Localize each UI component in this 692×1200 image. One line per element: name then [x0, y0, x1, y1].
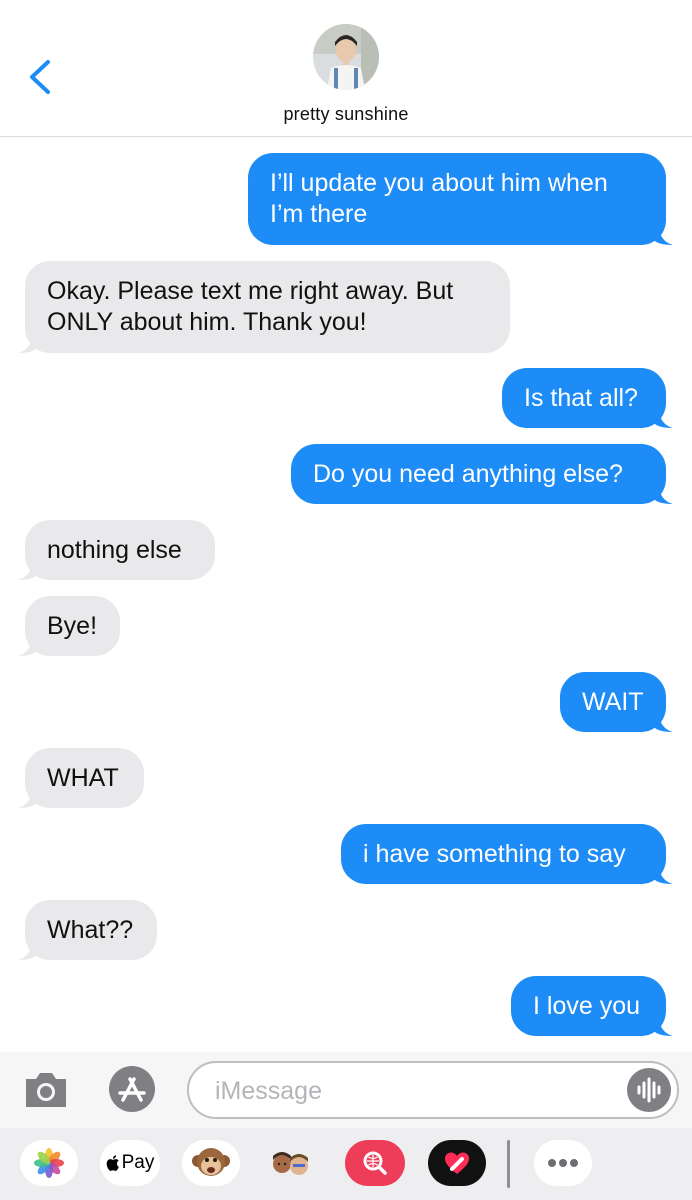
bubble-tail: [18, 636, 38, 656]
contact-avatar[interactable]: [313, 24, 379, 90]
apple-pay-label: Pay: [121, 1152, 155, 1173]
bubble-tail: [653, 864, 673, 884]
message-bubble-received[interactable]: Bye!: [18, 596, 120, 656]
more-icon: [548, 1159, 578, 1167]
app-store-icon: [109, 1066, 155, 1112]
message-text: What??: [47, 915, 134, 944]
message-text: WAIT: [582, 687, 644, 716]
bubble-tail: [18, 333, 38, 353]
bubble-tail: [18, 788, 38, 808]
audio-waveform-icon: [637, 1077, 661, 1103]
memoji-button[interactable]: [262, 1140, 320, 1186]
message-bubble-sent[interactable]: I love you: [511, 976, 673, 1036]
message-text: I’ll update you about him when I’m there: [270, 169, 608, 228]
contact-name[interactable]: pretty sunshine: [0, 104, 692, 125]
bubble-tail: [653, 1016, 673, 1036]
message-thread[interactable]: I’ll update you about him when I’m there…: [0, 137, 692, 1052]
bubble-tail: [653, 408, 673, 428]
avatar-image: [313, 24, 379, 90]
image-search-button[interactable]: [345, 1140, 405, 1186]
app-store-button[interactable]: [105, 1064, 159, 1114]
bubble-tail: [653, 484, 673, 504]
message-bubble-sent[interactable]: Is that all?: [502, 368, 673, 428]
photos-app-button[interactable]: [20, 1140, 78, 1186]
audio-message-button[interactable]: [627, 1068, 671, 1112]
more-apps-button[interactable]: [534, 1140, 592, 1186]
memoji-icon: [273, 1152, 308, 1175]
message-text: Is that all?: [524, 383, 638, 412]
message-text: I love you: [533, 991, 641, 1020]
message-text: i have something to say: [363, 839, 626, 868]
bubble-tail: [18, 560, 38, 580]
message-text: nothing else: [47, 535, 182, 564]
message-bubble-received[interactable]: What??: [18, 900, 157, 960]
message-text: Okay. Please text me right away. But ONL…: [47, 277, 454, 336]
camera-button[interactable]: [22, 1067, 70, 1111]
apple-pay-button[interactable]: Pay: [100, 1140, 160, 1186]
digital-touch-button[interactable]: [428, 1140, 486, 1186]
app-drawer: Pay: [0, 1128, 692, 1200]
message-bubble-received[interactable]: Okay. Please text me right away. But ONL…: [18, 261, 510, 353]
photos-icon: [34, 1148, 64, 1178]
apple-pay-icon: [106, 1155, 119, 1171]
digital-touch-icon: [445, 1152, 469, 1174]
animoji-button[interactable]: [182, 1140, 240, 1186]
input-placeholder: iMessage: [215, 1077, 322, 1105]
animoji-monkey-icon: [192, 1148, 230, 1176]
imessage-input[interactable]: iMessage: [187, 1061, 679, 1119]
message-bubble-sent[interactable]: WAIT: [560, 672, 673, 732]
image-search-icon: [363, 1151, 387, 1175]
drawer-divider: [507, 1140, 510, 1188]
message-bubble-sent[interactable]: i have something to say: [341, 824, 673, 884]
message-bubble-received[interactable]: WHAT: [18, 748, 144, 808]
message-text: Bye!: [47, 611, 98, 640]
message-bubble-sent[interactable]: I’ll update you about him when I’m there: [248, 153, 673, 245]
message-bubble-sent[interactable]: Do you need anything else?: [291, 444, 673, 504]
camera-icon: [26, 1073, 66, 1107]
bubble-tail: [18, 940, 38, 960]
message-text: WHAT: [47, 763, 119, 792]
bubble-tail: [653, 712, 673, 732]
message-text: Do you need anything else?: [313, 459, 623, 488]
conversation-header: pretty sunshine: [0, 0, 692, 137]
chevron-left-icon: [30, 60, 50, 94]
bubble-tail: [653, 225, 673, 245]
back-button[interactable]: [22, 52, 62, 102]
compose-bar: iMessage: [0, 1052, 692, 1128]
message-bubble-received[interactable]: nothing else: [18, 520, 215, 580]
